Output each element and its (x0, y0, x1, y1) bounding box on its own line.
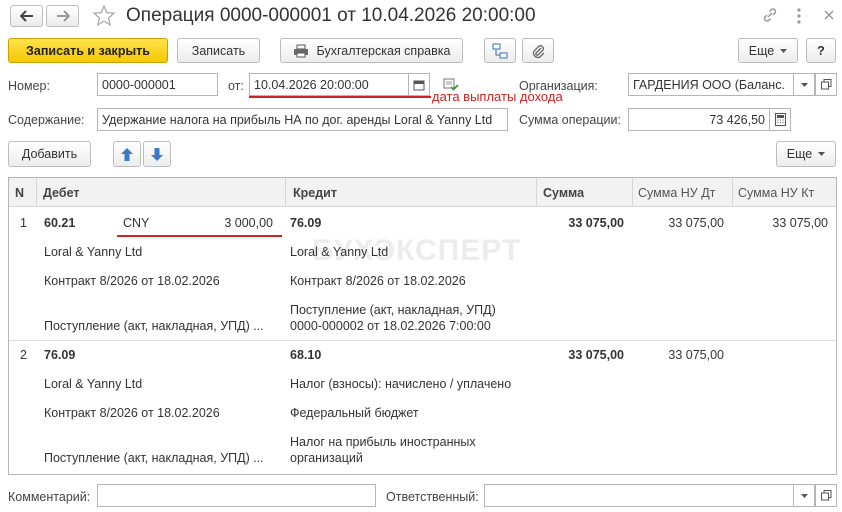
responsible-field[interactable] (484, 484, 794, 507)
row-sum: 33 075,00 (568, 348, 624, 362)
header-credit[interactable]: Кредит (285, 178, 537, 207)
table-header: N Дебет Кредит Сумма Сумма НУ Дт Сумма Н… (9, 178, 836, 207)
attach-button[interactable] (522, 38, 554, 63)
responsible-open-button[interactable] (815, 484, 837, 507)
move-up-button[interactable] (113, 141, 141, 167)
debit-account: 60.21 (44, 216, 76, 230)
comment-label: Комментарий: (8, 490, 91, 504)
arrow-right-icon (56, 10, 70, 22)
entries-table[interactable]: N Дебет Кредит Сумма Сумма НУ Дт Сумма Н… (8, 177, 837, 475)
organization-label: Организация: (519, 79, 598, 93)
number-label: Номер: (8, 79, 50, 93)
credit-account: 76.09 (290, 216, 322, 230)
calculator-icon (774, 113, 786, 126)
calculator-button[interactable] (769, 108, 791, 131)
credit-subconto-1: Налог (взносы): начислено / уплачено (290, 377, 512, 391)
menu-dots-icon[interactable] (796, 7, 802, 28)
organization-field[interactable]: ГАРДЕНИЯ ООО (Баланс. (628, 73, 794, 96)
responsible-label: Ответственный: (386, 490, 479, 504)
content-label: Содержание: (8, 113, 85, 127)
calendar-button[interactable] (408, 73, 430, 96)
date-field[interactable]: 10.04.2026 20:00:00 (249, 73, 409, 96)
more-actions-label: Еще (748, 43, 775, 58)
header-n[interactable]: N (9, 178, 37, 207)
currency-underline (117, 235, 282, 237)
accounting-report-label: Бухгалтерская справка (316, 43, 451, 58)
organization-dropdown-button[interactable] (793, 73, 815, 96)
credit-account: 68.10 (290, 348, 322, 362)
header-sum-nu-dt[interactable]: Сумма НУ Дт (632, 178, 733, 207)
window-title: Операция 0000-000001 от 10.04.2026 20:00… (126, 5, 536, 26)
row-number: 1 (20, 216, 27, 230)
row-sum-nu-kt: 33 075,00 (772, 216, 828, 230)
header-sum[interactable]: Сумма (536, 178, 633, 207)
forward-button[interactable] (46, 5, 79, 27)
accounting-report-button[interactable]: Бухгалтерская справка (280, 38, 463, 63)
header-debit[interactable]: Дебет (37, 178, 286, 207)
credit-subconto-2: Контракт 8/2026 от 18.02.2026 (290, 274, 466, 288)
paperclip-icon (532, 44, 545, 58)
row-sum-nu-dt: 33 075,00 (668, 216, 724, 230)
debit-subconto-2: Контракт 8/2026 от 18.02.2026 (44, 406, 220, 420)
caret-down-icon (800, 82, 808, 87)
save-button[interactable]: Записать (177, 38, 260, 63)
table-more-button[interactable]: Еще (776, 141, 836, 167)
row-separator (9, 340, 836, 341)
printer-icon (293, 44, 308, 57)
link-icon[interactable] (761, 6, 779, 27)
debit-subconto-3: Поступление (акт, накладная, УПД) ... (44, 319, 264, 333)
credit-subconto-1: Loral & Yanny Ltd (290, 245, 389, 259)
date-label: от: (228, 79, 244, 93)
operation-sum-label: Сумма операции: (519, 113, 621, 127)
caret-down-icon (780, 48, 788, 53)
favorite-star-icon[interactable] (92, 4, 116, 31)
structure-icon (492, 43, 508, 58)
operation-sum-field[interactable]: 73 426,50 (628, 108, 770, 131)
debit-subconto-1: Loral & Yanny Ltd (44, 245, 143, 259)
content-field[interactable]: Удержание налога на прибыль НА по дог. а… (97, 108, 508, 131)
caret-down-icon (800, 493, 808, 498)
arrow-down-icon (151, 147, 163, 161)
calendar-icon (413, 80, 425, 90)
number-field[interactable]: 0000-000001 (97, 73, 218, 96)
row-sum: 33 075,00 (568, 216, 624, 230)
debit-subconto-2: Контракт 8/2026 от 18.02.2026 (44, 274, 220, 288)
currency-code: CNY (123, 216, 150, 230)
organization-open-button[interactable] (815, 73, 837, 96)
back-button[interactable] (10, 5, 43, 27)
responsible-dropdown-button[interactable] (793, 484, 815, 507)
open-window-icon (820, 490, 831, 501)
credit-subconto-3-line1: Поступление (акт, накладная, УПД) (290, 303, 496, 317)
arrow-up-icon (121, 147, 133, 161)
debit-account: 76.09 (44, 348, 76, 362)
row-sum-nu-dt: 33 075,00 (668, 348, 724, 362)
credit-subconto-2: Федеральный бюджет (290, 406, 419, 420)
header-sum-nu-kt[interactable]: Сумма НУ Кт (732, 178, 836, 207)
debit-subconto-3: Поступление (акт, накладная, УПД) ... (44, 451, 264, 465)
credit-subconto-3-line2: организаций (290, 451, 363, 465)
credit-subconto-3-line2: 0000-000002 от 18.02.2026 7:00:00 (290, 319, 491, 333)
add-row-button[interactable]: Добавить (8, 141, 91, 167)
more-actions-button[interactable]: Еще (738, 38, 798, 63)
arrow-left-icon (19, 10, 33, 22)
debit-subconto-1: Loral & Yanny Ltd (44, 377, 143, 391)
table-more-label: Еще (786, 147, 813, 161)
row-number: 2 (20, 348, 27, 362)
help-button[interactable]: ? (806, 38, 836, 63)
close-icon[interactable] (823, 9, 835, 24)
open-window-icon (820, 79, 831, 90)
date-underline (249, 96, 431, 98)
currency-amount: 3 000,00 (224, 216, 273, 230)
move-down-button[interactable] (143, 141, 171, 167)
structure-button[interactable] (484, 38, 516, 63)
credit-subconto-3-line1: Налог на прибыль иностранных (290, 435, 476, 449)
caret-down-icon (818, 152, 826, 156)
comment-field[interactable] (97, 484, 376, 507)
save-and-close-button[interactable]: Записать и закрыть (8, 38, 168, 63)
